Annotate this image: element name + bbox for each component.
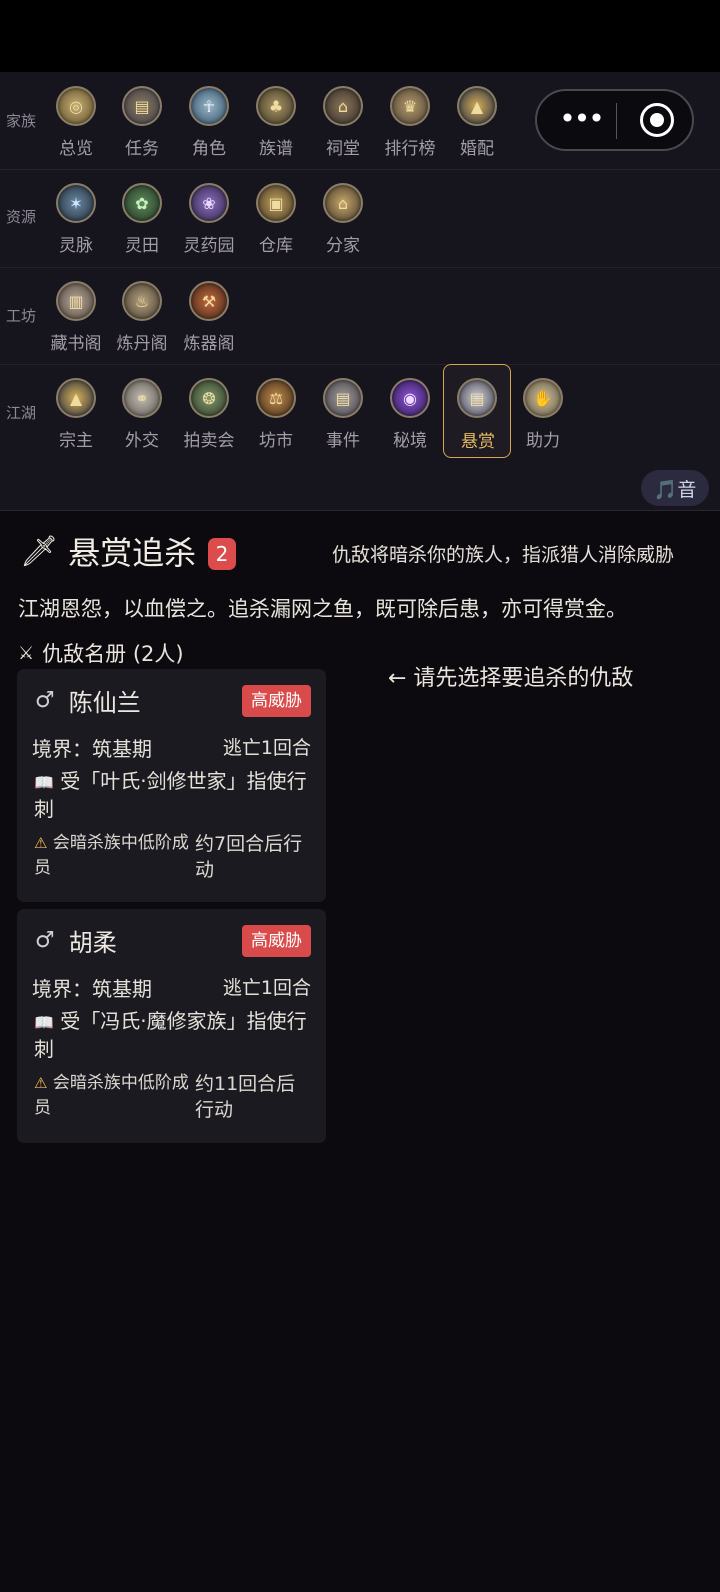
- dagger-icon: 🗡: [20, 533, 59, 569]
- target-icon[interactable]: [640, 103, 674, 137]
- capsule-divider: [616, 103, 617, 139]
- page-subtitle: 仇敌将暗杀你的族人，指派猎人消除威胁: [332, 544, 675, 566]
- page-title-text: 悬赏追杀: [68, 534, 197, 572]
- library-icon: ▥: [56, 281, 96, 321]
- nav-item-tasks[interactable]: ▤ 任务: [108, 80, 176, 162]
- scroll-icon: ▤: [122, 86, 162, 126]
- nav-row-jianghu: 江湖 ▲ 宗主 ⚭ 外交 ❂ 拍卖会 ⚖ 坊市 ▤ 事件 ◉ 秘境 ▤ 悬赏 ✋…: [0, 364, 720, 511]
- nav-item-spirit-vein[interactable]: ✶ 灵脉: [42, 177, 110, 259]
- chest-icon: ▣: [256, 183, 296, 223]
- nav-row-resources: 资源 ✶ 灵脉 ✿ 灵田 ❀ 灵药园 ▣ 仓库 ⌂ 分家: [0, 169, 720, 268]
- nav-item-diplomacy[interactable]: ⚭ 外交: [108, 372, 176, 454]
- nav-item-warehouse[interactable]: ▣ 仓库: [242, 177, 310, 259]
- shrine-icon: ⌂: [323, 86, 363, 126]
- nav-row-label: 工坊: [6, 307, 37, 325]
- lightning-icon: ✶: [56, 183, 96, 223]
- event-scroll-icon: ▤: [323, 378, 363, 418]
- handshake-icon: ⚭: [122, 378, 162, 418]
- plant-icon: ✿: [122, 183, 162, 223]
- page-title: 🗡 悬赏追杀: [20, 528, 196, 574]
- flower-icon: ❀: [189, 183, 229, 223]
- forge-icon: ⚒: [189, 281, 229, 321]
- pagoda-icon: ▲: [457, 86, 497, 126]
- enemy-escape: 逃亡1回合: [222, 977, 311, 999]
- enemy-sponsor-text: 受「叶氏·剑修世家」指使行刺: [34, 769, 307, 821]
- warning-icon: ⚠: [34, 1074, 48, 1092]
- enemy-eta: 约11回合后行动: [195, 1073, 296, 1121]
- music-toggle-button[interactable]: 🎵音: [641, 470, 709, 506]
- enemy-sponsor: 📖 受「叶氏·剑修世家」指使行刺: [34, 768, 314, 823]
- enemy-name-text: 陈仙兰: [68, 689, 141, 717]
- enemy-sponsor: 📖 受「冯氏·魔修家族」指使行刺: [34, 1008, 314, 1063]
- house-icon: ⌂: [323, 183, 363, 223]
- nav-item-secret-realm[interactable]: ◉ 秘境: [376, 372, 444, 454]
- nav-item-characters[interactable]: ☥ 角色: [175, 80, 243, 162]
- nav-item-ancestral-hall[interactable]: ⌂ 祠堂: [309, 80, 377, 162]
- nav-item-herb-garden[interactable]: ❀ 灵药园: [175, 177, 243, 259]
- nav-item-events[interactable]: ▤ 事件: [309, 372, 377, 454]
- pagoda-icon: ▲: [56, 378, 96, 418]
- enemy-warning-text: 会暗杀族中低阶成员: [34, 1073, 189, 1118]
- enemy-warning: ⚠ 会暗杀族中低阶成员: [34, 831, 194, 881]
- nav-row-label: 江湖: [6, 404, 37, 422]
- enemy-list-title-text: 仇敌名册 (2人): [42, 642, 184, 666]
- threat-badge: 高威胁: [242, 685, 311, 717]
- enemy-realm: 境界：筑基期: [32, 977, 152, 1001]
- nav-row-label: 资源: [6, 208, 37, 226]
- enemy-sponsor-text: 受「冯氏·魔修家族」指使行刺: [34, 1009, 307, 1061]
- nav-item-spirit-field[interactable]: ✿ 灵田: [108, 177, 176, 259]
- mini-program-capsule: •••: [535, 89, 694, 151]
- nav-item-overview[interactable]: ◎ 总览: [42, 80, 110, 162]
- nav-item-genealogy[interactable]: ♣ 族谱: [242, 80, 310, 162]
- tree-icon: ♣: [256, 86, 296, 126]
- more-dots-icon[interactable]: •••: [555, 101, 607, 139]
- dragon-icon: ❂: [189, 378, 229, 418]
- select-hint: ← 请先选择要追杀的仇敌: [388, 666, 634, 691]
- nav-item-forge[interactable]: ⚒ 炼器阁: [175, 275, 243, 357]
- nav-item-library[interactable]: ▥ 藏书阁: [42, 275, 110, 357]
- male-icon: ♂: [35, 928, 55, 953]
- enemy-name-text: 胡柔: [68, 929, 117, 957]
- status-bar: [0, 0, 720, 72]
- enemy-eta: 约7回合后行动: [195, 833, 303, 881]
- enemy-warning: ⚠ 会暗杀族中低阶成员: [34, 1071, 194, 1121]
- nav-item-support[interactable]: ✋ 助力: [509, 372, 577, 454]
- nav-item-market[interactable]: ⚖ 坊市: [242, 372, 310, 454]
- book-icon: 📖: [34, 1013, 54, 1032]
- nav-item-auction[interactable]: ❂ 拍卖会: [175, 372, 243, 454]
- nav-item-bounty[interactable]: ▤ 悬赏: [443, 364, 511, 458]
- nav-item-marriage[interactable]: ▲ 婚配: [443, 80, 511, 162]
- cauldron-icon: ♨: [122, 281, 162, 321]
- enemy-card[interactable]: ♂ 陈仙兰 高威胁 境界：筑基期 逃亡1回合 📖 受「叶氏·剑修世家」指使行刺 …: [17, 669, 326, 902]
- enemy-name: ♂ 胡柔: [35, 923, 117, 958]
- vortex-icon: ◉: [390, 378, 430, 418]
- enemy-realm: 境界：筑基期: [32, 737, 152, 761]
- male-icon: ♂: [35, 688, 55, 713]
- warning-icon: ⚠: [34, 834, 48, 852]
- threat-badge: 高威胁: [242, 925, 311, 957]
- nav-row-label: 家族: [6, 112, 37, 130]
- book-icon: 📖: [34, 773, 54, 792]
- count-badge: 2: [208, 538, 236, 570]
- enemy-escape: 逃亡1回合: [222, 737, 311, 759]
- nav-item-branch-family[interactable]: ⌂ 分家: [309, 177, 377, 259]
- page-description: 江湖恩怨，以血偿之。追杀漏网之鱼，既可除后患，亦可得赏金。: [18, 597, 627, 621]
- character-icon: ☥: [189, 86, 229, 126]
- enemy-name: ♂ 陈仙兰: [35, 683, 141, 718]
- overview-icon: ◎: [56, 86, 96, 126]
- trophy-icon: ♛: [390, 86, 430, 126]
- nav-item-sect-master[interactable]: ▲ 宗主: [42, 372, 110, 454]
- enemy-card[interactable]: ♂ 胡柔 高威胁 境界：筑基期 逃亡1回合 📖 受「冯氏·魔修家族」指使行刺 ⚠…: [17, 909, 326, 1143]
- nav-item-ranking[interactable]: ♛ 排行榜: [376, 80, 444, 162]
- nav-item-alchemy[interactable]: ♨ 炼丹阁: [108, 275, 176, 357]
- scales-icon: ⚖: [256, 378, 296, 418]
- nav-row-workshop: 工坊 ▥ 藏书阁 ♨ 炼丹阁 ⚒ 炼器阁: [0, 267, 720, 365]
- support-icon: ✋: [523, 378, 563, 418]
- enemy-warning-text: 会暗杀族中低阶成员: [34, 833, 189, 878]
- bounty-scroll-icon: ▤: [457, 378, 497, 418]
- crossed-swords-icon: ⚔: [18, 642, 35, 664]
- enemy-list-title: ⚔ 仇敌名册 (2人): [18, 638, 184, 668]
